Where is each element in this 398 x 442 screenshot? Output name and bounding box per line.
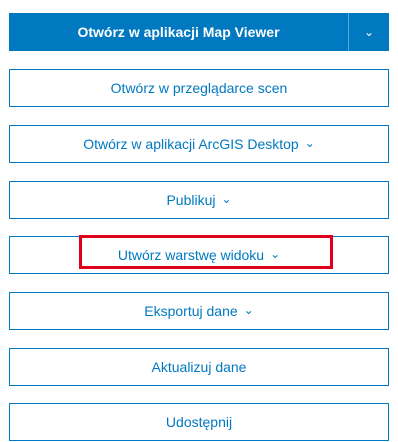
open-in-arcgis-desktop-button[interactable]: Otwórz w aplikacji ArcGIS Desktop ⌄ bbox=[9, 125, 389, 163]
publish-button[interactable]: Publikuj ⌄ bbox=[9, 181, 389, 219]
export-data-button[interactable]: Eksportuj dane ⌄ bbox=[9, 292, 389, 330]
button-label: Udostępnij bbox=[165, 414, 233, 430]
button-label: Eksportuj dane bbox=[144, 303, 238, 319]
chevron-down-icon: ⌄ bbox=[243, 303, 254, 317]
chevron-down-icon: ⌄ bbox=[221, 192, 232, 206]
open-in-scene-viewer-button[interactable]: Otwórz w przeglądarce scen bbox=[9, 69, 389, 107]
update-data-button[interactable]: Aktualizuj dane bbox=[9, 348, 389, 386]
button-label: Utwórz warstwę widoku bbox=[117, 247, 265, 263]
open-in-map-viewer-split-button: Otwórz w aplikacji Map Viewer ⌄ bbox=[9, 13, 389, 51]
button-label: Aktualizuj dane bbox=[151, 359, 247, 375]
create-view-layer-button[interactable]: Utwórz warstwę widoku ⌄ bbox=[9, 236, 389, 274]
open-in-map-viewer-dropdown-button[interactable]: ⌄ bbox=[349, 13, 389, 51]
chevron-down-icon: ⌄ bbox=[270, 247, 281, 261]
chevron-down-icon: ⌄ bbox=[304, 136, 315, 150]
open-in-map-viewer-button[interactable]: Otwórz w aplikacji Map Viewer bbox=[9, 13, 348, 51]
button-label: Otwórz w przeglądarce scen bbox=[110, 80, 288, 96]
share-button[interactable]: Udostępnij bbox=[9, 403, 389, 441]
chevron-down-icon: ⌄ bbox=[363, 25, 375, 39]
button-label: Publikuj bbox=[166, 192, 216, 208]
button-label: Otwórz w aplikacji ArcGIS Desktop bbox=[83, 136, 299, 152]
